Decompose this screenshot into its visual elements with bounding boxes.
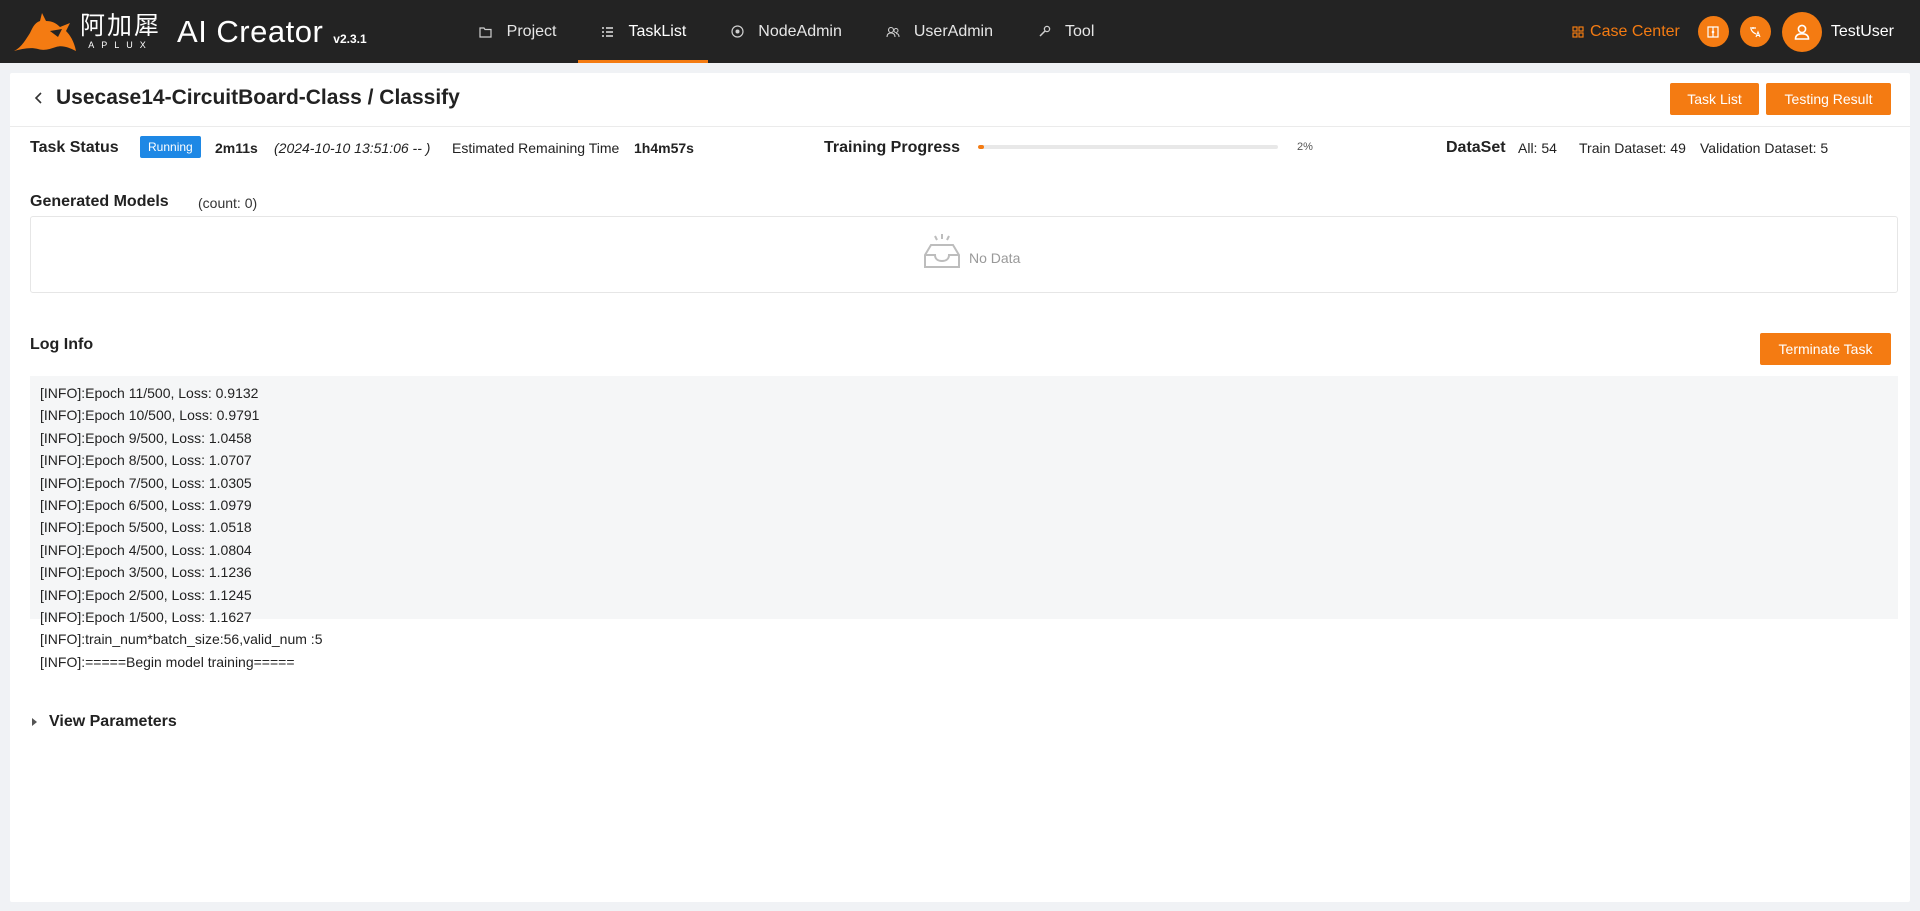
node-icon [730,25,744,39]
generated-models-title: Generated Models [30,193,169,210]
log-line: [INFO]:Epoch 11/500, Loss: 0.9132 [40,385,259,401]
user-icon [1794,24,1810,40]
nav-label-nodeadmin: NodeAdmin [758,22,842,40]
log-line: [INFO]:Epoch 8/500, Loss: 1.0707 [40,452,252,469]
folder-icon [479,25,493,39]
generated-models-count: (count: 0) [198,195,258,211]
view-parameters-toggle[interactable]: View Parameters [32,713,177,731]
training-progress-percent: 2% [1297,141,1313,153]
book-icon [1707,25,1719,38]
log-line: [INFO]:Epoch 5/500, Loss: 1.0518 [40,519,252,536]
status-row: Task Status Running 2m11s (2024-10-10 13… [30,133,1900,163]
remaining-label: Estimated Remaining Time [452,140,620,156]
status-badge: Running [140,136,201,158]
log-line: [INFO]:Epoch 10/500, Loss: 0.9791 [40,407,260,424]
no-data-text: No Data [969,250,1021,266]
brand-text: 阿加犀 APLUX [80,13,161,50]
dataset-all: All: 54 [1518,140,1557,156]
nav-label-tool: Tool [1065,22,1095,40]
top-right-controls: Case Center TestUser [1572,0,1894,63]
log-output[interactable]: [INFO]:Epoch 11/500, Loss: 0.9132 [INFO]:… [30,376,1898,670]
back-chevron-icon[interactable] [32,91,46,105]
product-name: AI Creator [177,13,324,49]
page-header: Usecase14-CircuitBoard-Class / Classify … [10,73,1910,127]
log-line: [INFO]:Epoch 9/500, Loss: 1.0458 [40,429,252,446]
brand-cn: 阿加犀 [80,12,162,40]
log-line: [INFO]:Epoch 3/500, Loss: 1.1236 [40,564,252,581]
log-info-title: Log Info [30,336,94,353]
log-line: [INFO]:=====Begin model training===== [40,653,295,670]
nav-label-useradmin: UserAdmin [913,22,994,40]
models-table-empty: No Data [30,216,1898,293]
nav-label-project: Project [506,22,557,40]
help-button[interactable] [1697,16,1729,47]
elapsed-time: 2m11s [215,140,258,156]
remaining-time: 1h4m57s [634,140,694,156]
dataset-train: Train Dataset: 49 [1579,140,1686,156]
list-icon [600,25,614,39]
nav-item-nodeadmin[interactable]: NodeAdmin [708,0,864,63]
main-nav: Project TaskList NodeAdmin UserAdmin Too… [457,0,1117,63]
page-title: Usecase14-CircuitBoard-Class / Classify [56,86,460,109]
log-line: [INFO]:train_num*batch_size:56,valid_num… [40,631,323,648]
language-button[interactable] [1739,16,1771,47]
testing-result-button[interactable]: Testing Result [1766,83,1891,115]
users-icon [886,25,900,39]
user-avatar[interactable] [1781,11,1822,52]
nav-item-tool[interactable]: Tool [1015,0,1116,63]
case-center-link[interactable]: Case Center [1572,23,1680,41]
view-parameters-label: View Parameters [49,713,177,730]
grid-icon [1572,25,1584,38]
username-label[interactable]: TestUser [1831,23,1894,41]
brand-en: APLUX [88,40,153,50]
caret-right-icon [32,718,37,726]
nav-label-tasklist: TaskList [628,22,687,40]
task-detail-card: Usecase14-CircuitBoard-Class / Classify … [10,73,1910,902]
terminate-task-button[interactable]: Terminate Task [1760,333,1891,365]
start-time: (2024-10-10 13:51:06 -- ) [274,140,431,156]
version-label: v2.3.1 [333,31,367,46]
nav-item-tasklist[interactable]: TaskList [578,0,709,63]
brand-logo[interactable]: 阿加犀 APLUX AI Creator v2.3.1 [12,0,367,63]
aplux-logo-icon [14,12,76,51]
log-line: [INFO]:Epoch 6/500, Loss: 1.0979 [40,497,252,514]
case-center-label: Case Center [1590,22,1680,40]
log-line: [INFO]:Epoch 4/500, Loss: 1.0804 [40,541,252,558]
training-progress-bar [978,145,1278,149]
top-navigation-bar: 阿加犀 APLUX AI Creator v2.3.1 Project Task… [0,0,1920,63]
nav-item-useradmin[interactable]: UserAdmin [864,0,1015,63]
log-line: [INFO]:Epoch 7/500, Loss: 1.0305 [40,474,252,491]
log-line: [INFO]:Epoch 1/500, Loss: 1.1627 [40,609,252,626]
translate-icon [1750,26,1761,37]
task-status-label: Task Status [30,139,119,156]
log-line: [INFO]:Epoch 2/500, Loss: 1.1245 [40,586,252,603]
no-data-placeholder: No Data [921,231,1020,273]
task-list-button[interactable]: Task List [1670,83,1759,115]
wrench-icon [1037,25,1051,39]
training-progress-fill [978,145,984,149]
empty-inbox-icon [924,234,960,268]
dataset-label: DataSet [1446,139,1506,156]
nav-item-project[interactable]: Project [457,0,579,63]
dataset-validation: Validation Dataset: 5 [1700,140,1829,156]
training-progress-label: Training Progress [824,139,961,156]
